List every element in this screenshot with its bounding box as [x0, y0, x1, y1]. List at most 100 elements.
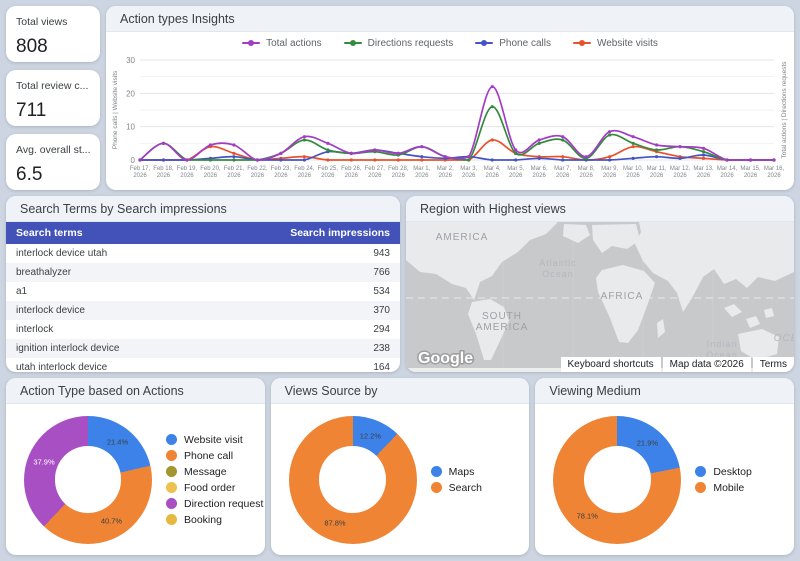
svg-text:2026: 2026: [251, 173, 265, 179]
donut-legend: Website visit Phone call Message Food order…: [166, 434, 263, 526]
google-logo[interactable]: Google: [417, 349, 475, 369]
slice-label: 21.9%: [636, 438, 659, 448]
svg-text:Total actions | Directions req: Total actions | Directions requests: [781, 61, 788, 159]
svg-text:2026: 2026: [767, 173, 781, 179]
donut-hole: [319, 446, 386, 513]
table-row[interactable]: interlock device 370: [6, 301, 400, 320]
legend-label: Total actions: [266, 37, 322, 49]
legend-dot-icon: [349, 40, 356, 46]
search-impressions-cell: 943: [373, 248, 390, 259]
svg-text:Feb 17,: Feb 17,: [130, 166, 151, 172]
viewing-medium-donut-card: Viewing Medium 21.9% 78.1% Desktop Mobile: [535, 378, 795, 555]
kpi-card-total-reviews: Total review c... 711: [6, 70, 100, 126]
svg-text:Ocean: Ocean: [542, 269, 574, 279]
map-label-america: AMERICA: [436, 232, 489, 243]
dashboard-page: Total views 808 Total review c... 711 Av…: [0, 0, 800, 561]
terms-link[interactable]: Terms: [752, 357, 794, 372]
svg-text:Feb 27,: Feb 27,: [365, 166, 386, 172]
kpi-card-avg-rating: Avg. overall st... 6.5: [6, 134, 100, 190]
svg-text:Mar 8,: Mar 8,: [578, 166, 595, 172]
svg-text:Mar 15,: Mar 15,: [740, 166, 761, 172]
legend-label: Direction request: [184, 497, 264, 510]
donut-legend-item: Food order: [166, 482, 263, 494]
search-impressions-cell: 370: [373, 305, 390, 316]
action-types-line-chart[interactable]: 0102030Feb 17,2026Feb 18,2026Feb 19,2026…: [110, 54, 790, 186]
donut-body: 21.4% 40.7% 37.9% Website visit Phone call M…: [6, 404, 265, 555]
legend-dot-icon: [166, 514, 177, 525]
map-footer: Keyboard shortcuts Map data ©2026 Terms: [560, 357, 794, 372]
legend-label: Message: [184, 465, 227, 478]
slice-label: 37.9%: [33, 457, 55, 467]
card-title: Action Type based on Actions: [20, 383, 184, 398]
legend-line-icon: [475, 40, 494, 46]
keyboard-shortcuts-button[interactable]: Keyboard shortcuts: [560, 357, 661, 372]
card-title: Viewing Medium: [549, 383, 641, 398]
svg-text:Mar 7,: Mar 7,: [554, 166, 571, 172]
donut-legend-item: Desktop: [695, 466, 752, 478]
slice-label: 21.4%: [106, 437, 129, 447]
table-row[interactable]: ignition interlock device 238: [6, 339, 400, 358]
action-type-donut-card: Action Type based on Actions 21.4% 40.7% 3…: [6, 378, 265, 555]
svg-text:Feb 28,: Feb 28,: [388, 166, 409, 172]
svg-text:Feb 23,: Feb 23,: [271, 166, 292, 172]
svg-text:2026: 2026: [133, 173, 147, 179]
donut-legend-item: Phone call: [166, 450, 263, 462]
column-header-search-impressions[interactable]: Search impressions: [203, 222, 400, 244]
svg-text:2026: 2026: [180, 173, 194, 179]
card-title: Views Source by: [284, 383, 378, 398]
column-header-search-terms[interactable]: Search terms: [6, 222, 203, 244]
table-row[interactable]: utah interlock device 164: [6, 358, 400, 372]
svg-text:Mar 4,: Mar 4,: [484, 166, 501, 172]
svg-text:2026: 2026: [603, 173, 617, 179]
map-label-ocean: OCEAN: [774, 333, 794, 344]
svg-text:Mar 1,: Mar 1,: [413, 166, 430, 172]
svg-text:2026: 2026: [697, 173, 711, 179]
table-row[interactable]: breathalyzer 766: [6, 263, 400, 282]
map-label-south-america: SOUTH: [482, 311, 522, 322]
search-impressions-cell: 164: [373, 362, 390, 372]
donut-legend-item: Direction request: [166, 498, 263, 510]
legend-label: Website visit: [184, 433, 243, 446]
donut-legend-item: Search: [430, 482, 482, 494]
donut-body: 12.2% 87.8% Maps Search: [271, 404, 530, 555]
card-header: Action types Insights: [106, 6, 794, 32]
search-term-cell: ignition interlock device: [16, 343, 120, 354]
donut-legend-item: Website visit: [166, 434, 263, 446]
donut-chart-views-source[interactable]: 12.2% 87.8%: [288, 415, 417, 544]
card-header: Views Source by: [270, 378, 530, 404]
svg-text:2026: 2026: [486, 173, 500, 179]
legend-label: Food order: [184, 481, 236, 494]
table-row[interactable]: interlock 294: [6, 320, 400, 339]
table-row[interactable]: a1 534: [6, 282, 400, 301]
search-term-cell: interlock device utah: [16, 248, 108, 259]
svg-text:Feb 26,: Feb 26,: [341, 166, 362, 172]
donut-chart-action-type[interactable]: 21.4% 40.7% 37.9%: [24, 415, 152, 544]
search-terms-card: Search Terms by Search impressions Searc…: [6, 196, 400, 372]
slice-label: 40.7%: [100, 516, 123, 526]
map-canvas[interactable]: AMERICA Atlantic Ocean AFRICA SOUTH AMER…: [406, 222, 794, 372]
svg-text:2026: 2026: [204, 173, 218, 179]
svg-text:2026: 2026: [274, 173, 288, 179]
svg-text:Mar 16,: Mar 16,: [764, 166, 785, 172]
search-impressions-cell: 766: [373, 267, 390, 278]
kpi-card-total-views: Total views 808: [6, 6, 100, 62]
svg-text:2026: 2026: [556, 173, 570, 179]
legend-dot-icon: [695, 482, 707, 493]
search-impressions-cell: 534: [373, 286, 390, 297]
donut-body: 21.9% 78.1% Desktop Mobile: [535, 404, 794, 555]
world-map[interactable]: AMERICA Atlantic Ocean AFRICA SOUTH AMER…: [406, 222, 794, 372]
search-term-cell: interlock device: [16, 305, 85, 316]
legend-item: Directions requests: [343, 38, 453, 49]
card-title: Action types Insights: [120, 11, 235, 26]
svg-text:2026: 2026: [720, 173, 734, 179]
svg-text:Mar 11,: Mar 11,: [647, 166, 667, 172]
svg-text:2026: 2026: [345, 173, 359, 179]
bottom-row: Action Type based on Actions 21.4% 40.7% 3…: [6, 378, 795, 555]
donut-chart-viewing-medium[interactable]: 21.9% 78.1%: [553, 415, 682, 544]
table-row[interactable]: interlock device utah 943: [6, 244, 400, 263]
slice-label: 12.2%: [359, 431, 382, 441]
legend-line-icon: [572, 40, 591, 46]
slice-label: 78.1%: [576, 511, 598, 521]
card-header: Action Type based on Actions: [6, 378, 265, 404]
kpi-label: Total views: [16, 16, 68, 28]
